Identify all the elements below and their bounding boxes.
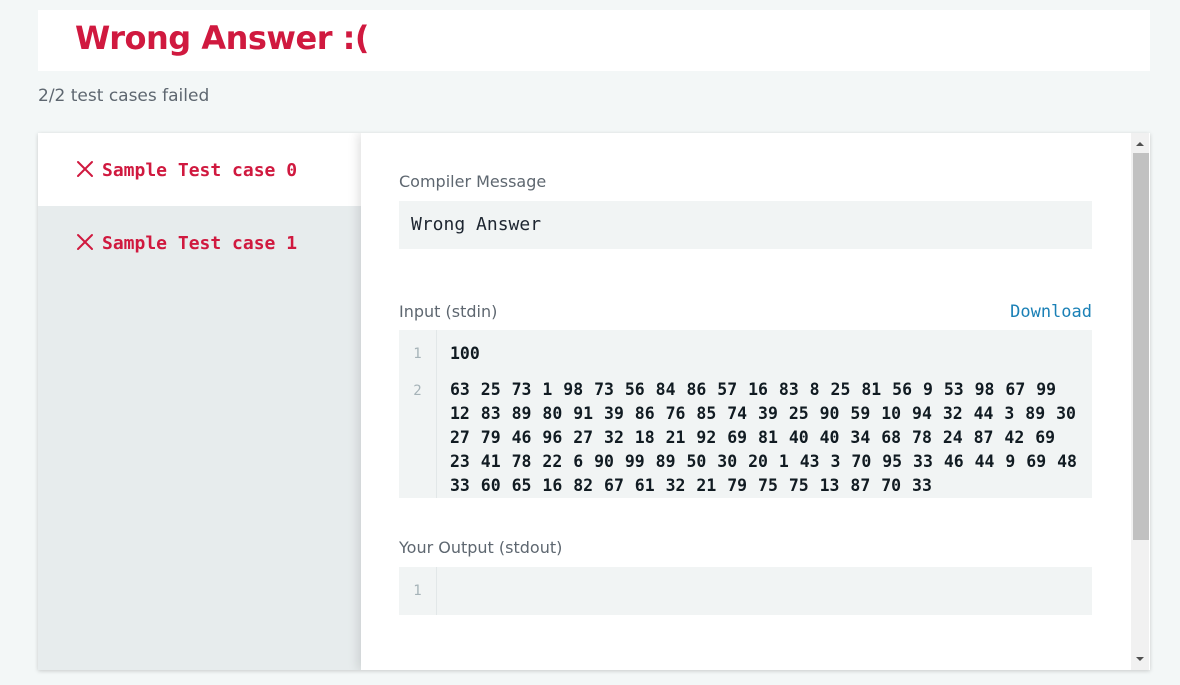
test-case-panel: Sample Test case 0 Sample Test case 1 Co… — [38, 133, 1150, 670]
x-icon — [77, 161, 93, 177]
x-icon — [77, 234, 93, 250]
line-number: 2 — [413, 383, 422, 399]
test-summary: 2/2 test cases failed — [38, 86, 210, 106]
code-line: 63 25 73 1 98 73 56 84 86 57 16 83 8 25 … — [450, 380, 1088, 495]
scroll-down-arrow-icon[interactable] — [1131, 650, 1149, 667]
line-number: 1 — [413, 583, 422, 599]
compiler-message-text: Wrong Answer — [411, 214, 542, 235]
scroll-thumb[interactable] — [1133, 153, 1149, 540]
result-header: Wrong Answer :( — [38, 10, 1150, 71]
test-case-tabs: Sample Test case 0 Sample Test case 1 — [38, 133, 361, 670]
line-number: 1 — [413, 346, 422, 362]
input-code-box[interactable]: 1 100 2 63 25 73 1 98 73 56 84 86 57 16 … — [399, 330, 1092, 498]
vertical-scrollbar[interactable] — [1131, 133, 1149, 670]
download-link[interactable]: Download — [1010, 302, 1092, 322]
scroll-up-arrow-icon[interactable] — [1131, 136, 1149, 153]
tab-sample-test-case-0[interactable]: Sample Test case 0 — [38, 133, 361, 206]
tab-label: Sample Test case 1 — [102, 233, 298, 254]
compiler-message-label: Compiler Message — [399, 172, 547, 191]
compiler-message-box: Wrong Answer — [399, 201, 1092, 249]
tab-label: Sample Test case 0 — [102, 160, 298, 181]
code-line: 100 — [450, 344, 480, 363]
input-label: Input (stdin) — [399, 302, 498, 321]
output-label: Your Output (stdout) — [399, 538, 563, 557]
test-case-details: Compiler Message Wrong Answer Input (std… — [361, 133, 1131, 670]
output-code-box[interactable]: 1 — [399, 567, 1092, 615]
result-title: Wrong Answer :( — [75, 19, 370, 57]
tab-sample-test-case-1[interactable]: Sample Test case 1 — [38, 206, 361, 279]
